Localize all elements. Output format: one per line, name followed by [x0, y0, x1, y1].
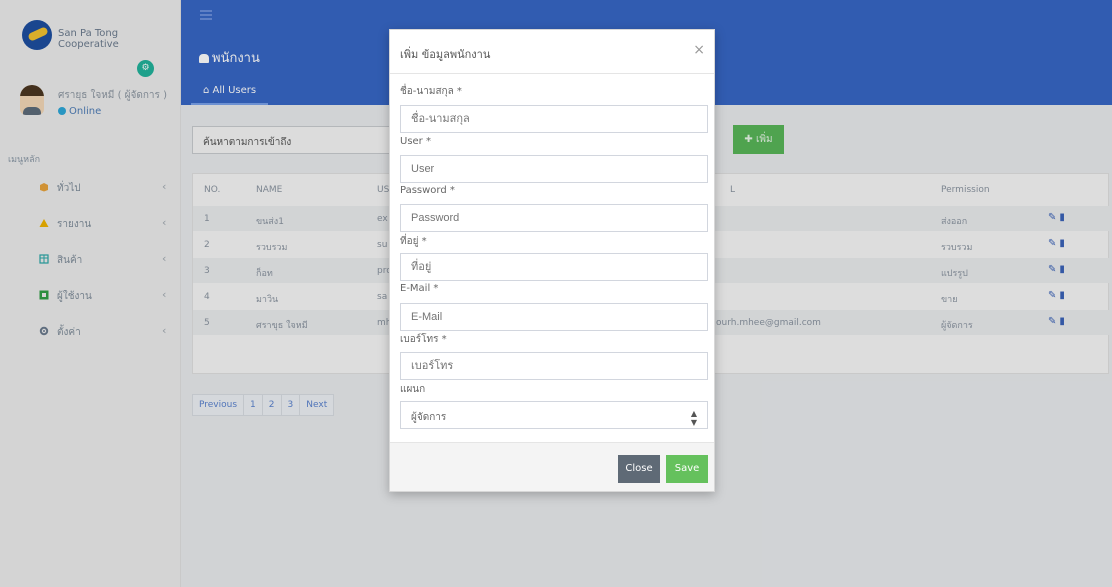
- add-employee-modal: เพิ่ม ข้อมูลพนักงาน × ชื่อ-นามสกุล * Use…: [389, 29, 715, 492]
- close-icon[interactable]: ×: [693, 42, 705, 58]
- modal-header: เพิ่ม ข้อมูลพนักงาน ×: [390, 30, 714, 74]
- address-field[interactable]: [400, 253, 708, 281]
- password-field[interactable]: [400, 204, 708, 232]
- user-label: User *: [400, 136, 431, 147]
- save-button[interactable]: Save: [666, 455, 708, 483]
- fullname-label: ชื่อ-นามสกุล *: [400, 86, 462, 97]
- department-value: ผู้จัดการ: [411, 412, 447, 423]
- department-select[interactable]: ผู้จัดการ ▲ ▼: [400, 401, 708, 429]
- password-label: Password *: [400, 185, 455, 196]
- phone-field[interactable]: [400, 352, 708, 380]
- select-arrow-icon: ▲ ▼: [690, 409, 697, 427]
- close-button[interactable]: Close: [618, 455, 660, 483]
- modal-title: เพิ่ม ข้อมูลพนักงาน: [400, 48, 491, 61]
- email-field[interactable]: [400, 303, 708, 331]
- phone-label: เบอร์โทร *: [400, 334, 447, 345]
- email-label: E-Mail *: [400, 283, 439, 294]
- modal-footer: Close Save: [390, 442, 714, 491]
- fullname-field[interactable]: [400, 105, 708, 133]
- address-label: ที่อยู่ *: [400, 236, 427, 247]
- department-label: แผนก: [400, 384, 426, 395]
- user-field[interactable]: [400, 155, 708, 183]
